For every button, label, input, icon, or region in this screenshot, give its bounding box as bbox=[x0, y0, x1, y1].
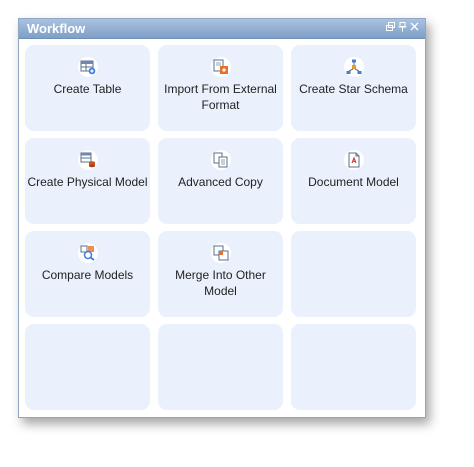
star-schema-icon bbox=[344, 57, 364, 77]
create-physical-model-tile[interactable]: Create Physical Model bbox=[25, 138, 150, 224]
copy-icon bbox=[211, 150, 231, 170]
compare-icon bbox=[78, 243, 98, 263]
import-external-format-label: Import From External Format bbox=[164, 82, 277, 112]
create-table-tile[interactable]: Create Table bbox=[25, 45, 150, 131]
import-external-format-tile[interactable]: Import From External Format bbox=[158, 45, 283, 131]
document-model-tile[interactable]: Document Model bbox=[291, 138, 416, 224]
create-star-schema-tile[interactable]: Create Star Schema bbox=[291, 45, 416, 131]
pin-icon[interactable] bbox=[398, 22, 407, 34]
table-add-icon bbox=[78, 57, 98, 77]
physical-model-icon bbox=[78, 150, 98, 170]
panel-title: Workflow bbox=[27, 21, 86, 36]
empty-tile bbox=[291, 231, 416, 317]
merge-into-other-model-tile[interactable]: Merge Into Other Model bbox=[158, 231, 283, 317]
create-star-schema-label: Create Star Schema bbox=[299, 82, 408, 96]
empty-tile bbox=[291, 324, 416, 410]
document-model-label: Document Model bbox=[308, 175, 399, 189]
merge-icon bbox=[211, 243, 231, 263]
empty-tile bbox=[158, 324, 283, 410]
empty-tile bbox=[25, 324, 150, 410]
document-icon bbox=[344, 150, 364, 170]
advanced-copy-tile[interactable]: Advanced Copy bbox=[158, 138, 283, 224]
create-physical-model-label: Create Physical Model bbox=[27, 175, 148, 189]
restore-icon[interactable] bbox=[386, 22, 395, 34]
compare-models-tile[interactable]: Compare Models bbox=[25, 231, 150, 317]
create-table-label: Create Table bbox=[53, 82, 122, 96]
window-controls bbox=[386, 22, 419, 35]
import-icon bbox=[211, 57, 231, 77]
workflow-panel: Workflow Create Table Import From Extern… bbox=[18, 18, 426, 418]
merge-into-other-model-label: Merge Into Other Model bbox=[175, 268, 266, 298]
compare-models-label: Compare Models bbox=[41, 268, 134, 282]
close-icon[interactable] bbox=[410, 22, 419, 34]
advanced-copy-label: Advanced Copy bbox=[178, 175, 263, 189]
panel-titlebar: Workflow bbox=[19, 19, 425, 39]
